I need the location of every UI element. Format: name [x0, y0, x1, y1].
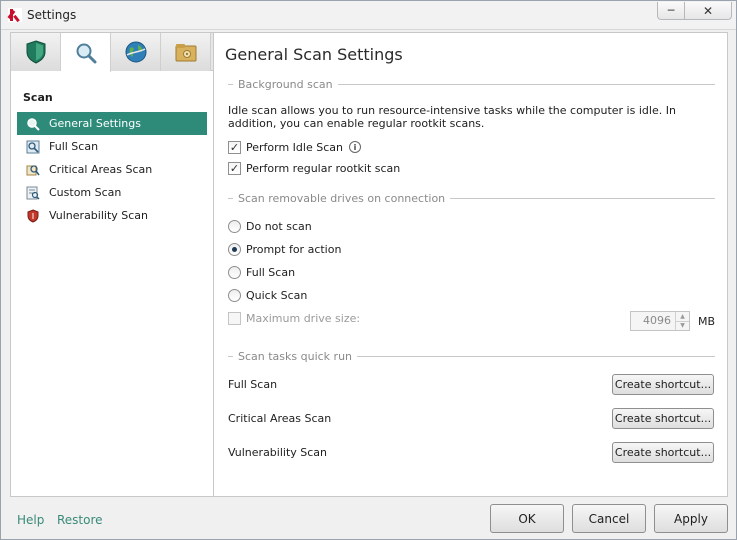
radio-quick-scan[interactable] — [228, 288, 241, 302]
stepper-arrows[interactable]: ▲ ▼ — [675, 312, 689, 330]
full-scan-icon — [25, 139, 41, 155]
window-title: Settings — [27, 8, 77, 22]
radio-full-scan-row: Full Scan — [228, 264, 295, 280]
radio-label[interactable]: Full Scan — [246, 266, 295, 279]
group-header-label: Scan removable drives on connection — [238, 191, 446, 205]
quick-run-task-label: Full Scan — [228, 378, 278, 391]
perform-rootkit-scan-row: ✓ Perform regular rootkit scan — [228, 160, 400, 176]
perform-idle-scan-row: ✓ Perform Idle Scan i — [228, 139, 361, 155]
chevron-down-icon[interactable]: ▼ — [676, 320, 689, 331]
sidebar-item-general-settings[interactable]: General Settings — [17, 112, 207, 135]
magnifier-icon — [25, 116, 41, 132]
settings-window: Settings ─ ✕ Scan General Settings Full … — [0, 0, 737, 540]
minimize-button[interactable]: ─ — [657, 2, 685, 20]
background-scan-group-header: Background scan — [228, 77, 715, 91]
sidebar-item-label: Custom Scan — [49, 186, 122, 199]
shield-icon — [26, 40, 45, 64]
max-drive-size-unit: MB — [698, 315, 716, 328]
sidebar-item-label: Full Scan — [49, 140, 99, 153]
tab-advanced[interactable] — [161, 33, 211, 71]
radio-label[interactable]: Do not scan — [246, 220, 312, 233]
globe-icon — [125, 41, 146, 63]
radio-label[interactable]: Prompt for action — [246, 243, 341, 256]
quick-run-task-label: Critical Areas Scan — [228, 412, 332, 425]
sidebar-item-label: Critical Areas Scan — [49, 163, 153, 176]
info-icon[interactable]: i — [348, 141, 361, 153]
caption-buttons: ─ ✕ — [657, 2, 732, 20]
settings-content-panel: General Scan Settings Background scan Id… — [213, 32, 728, 497]
help-link[interactable]: Help — [17, 513, 44, 527]
title-bar[interactable]: Settings ─ ✕ — [1, 1, 736, 30]
close-button[interactable]: ✕ — [685, 2, 732, 20]
radio-do-not-scan-row: Do not scan — [228, 218, 312, 234]
left-panel: Scan General Settings Full Scan Critical… — [10, 32, 214, 497]
sidebar-item-label: Vulnerability Scan — [49, 209, 149, 222]
perform-rootkit-scan-checkbox[interactable]: ✓ — [228, 161, 241, 175]
radio-quick-scan-row: Quick Scan — [228, 287, 307, 303]
restore-link[interactable]: Restore — [57, 513, 103, 527]
background-scan-description: Idle scan allows you to run resource-int… — [228, 104, 676, 130]
apply-button[interactable]: Apply — [654, 504, 728, 533]
sidebar-item-vulnerability-scan[interactable]: Vulnerability Scan — [17, 204, 207, 227]
kaspersky-logo-icon — [7, 8, 22, 23]
group-header-label: Scan tasks quick run — [238, 349, 353, 363]
perform-rootkit-scan-label[interactable]: Perform regular rootkit scan — [246, 162, 400, 175]
custom-scan-icon — [25, 185, 41, 201]
sidebar-section-title: Scan — [23, 91, 53, 104]
sidebar-item-full-scan[interactable]: Full Scan — [17, 135, 207, 158]
sidebar-item-label: General Settings — [49, 117, 141, 130]
tab-update[interactable] — [111, 33, 161, 71]
create-shortcut-critical-areas-button[interactable]: Create shortcut... — [612, 408, 714, 429]
tab-scan[interactable] — [61, 33, 111, 72]
max-drive-size-value[interactable]: 4096 — [631, 312, 675, 330]
create-shortcut-vulnerability-button[interactable]: Create shortcut... — [612, 442, 714, 463]
max-drive-size-label: Maximum drive size: — [246, 311, 361, 325]
max-drive-size-checkbox[interactable] — [228, 311, 241, 325]
radio-label[interactable]: Quick Scan — [246, 289, 307, 302]
radio-do-not-scan[interactable] — [228, 219, 241, 233]
category-tabs — [11, 33, 213, 72]
radio-full-scan[interactable] — [228, 265, 241, 279]
radio-prompt-for-action-row: Prompt for action — [228, 241, 341, 257]
radio-prompt-for-action[interactable] — [228, 242, 241, 256]
create-shortcut-full-scan-button[interactable]: Create shortcut... — [612, 374, 714, 395]
sidebar-nav: General Settings Full Scan Critical Area… — [17, 112, 207, 227]
quick-run-task-label: Vulnerability Scan — [228, 446, 328, 459]
magnifier-icon — [76, 43, 96, 63]
sidebar-item-critical-areas-scan[interactable]: Critical Areas Scan — [17, 158, 207, 181]
group-header-label: Background scan — [238, 77, 333, 91]
max-drive-size-row: Maximum drive size: — [228, 310, 360, 326]
chevron-up-icon[interactable]: ▲ — [676, 312, 689, 321]
critical-areas-icon — [25, 162, 41, 178]
sidebar-item-custom-scan[interactable]: Custom Scan — [17, 181, 207, 204]
max-drive-size-stepper[interactable]: 4096 ▲ ▼ — [630, 311, 690, 331]
page-title: General Scan Settings — [225, 45, 403, 64]
tab-protection[interactable] — [11, 33, 61, 71]
vulnerability-shield-icon — [25, 208, 41, 224]
perform-idle-scan-checkbox[interactable]: ✓ — [228, 140, 241, 154]
cancel-button[interactable]: Cancel — [572, 504, 646, 533]
ok-button[interactable]: OK — [490, 504, 564, 533]
removable-drives-group-header: Scan removable drives on connection — [228, 191, 715, 205]
quick-run-group-header: Scan tasks quick run — [228, 349, 715, 363]
folder-gear-icon — [175, 44, 196, 62]
perform-idle-scan-label[interactable]: Perform Idle Scan — [246, 141, 343, 154]
